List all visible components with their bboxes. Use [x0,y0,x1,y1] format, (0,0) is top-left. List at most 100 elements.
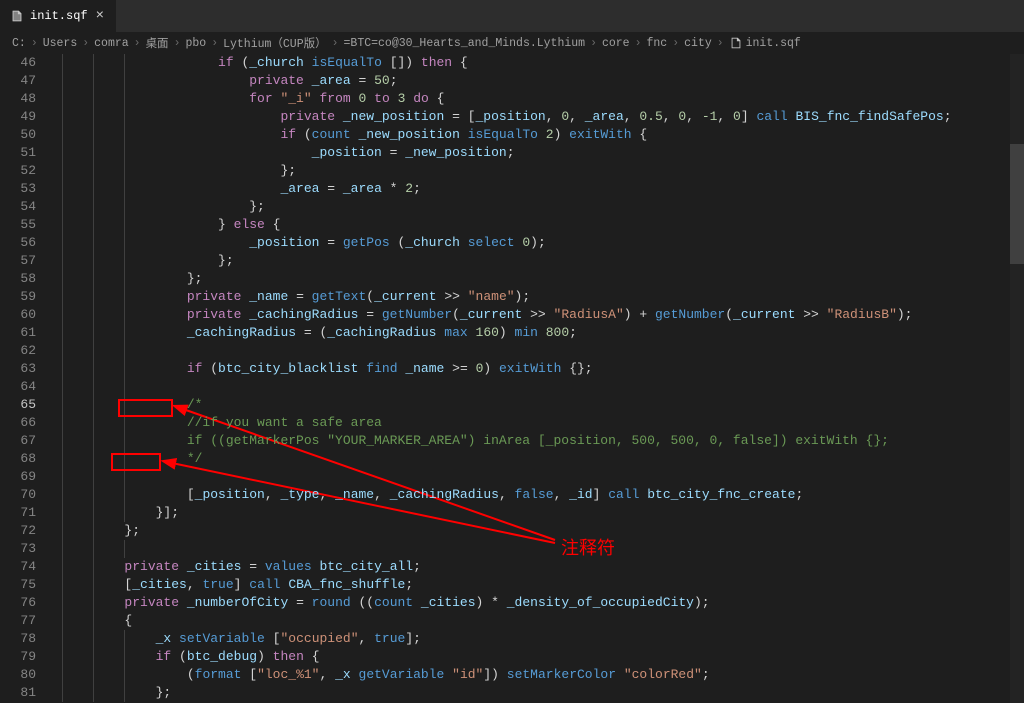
close-icon[interactable]: × [94,8,106,24]
line-content[interactable]: if (btc_city_blacklist find _name >= 0) … [62,360,995,378]
line-content[interactable]: private _name = getText(_current >> "nam… [62,288,995,306]
breadcrumb-segment[interactable]: 桌面 [146,35,169,51]
line-content[interactable]: [_cities, true] call CBA_fnc_shuffle; [62,576,995,594]
code-line[interactable]: 80 (format ["loc_%1", _x getVariable "id… [0,666,995,684]
code-line[interactable]: 47 private _area = 50; [0,72,995,90]
code-line[interactable]: 75 [_cities, true] call CBA_fnc_shuffle; [0,576,995,594]
code-line[interactable]: 65 /* [0,396,995,414]
line-content[interactable] [62,378,995,396]
line-number: 69 [0,468,62,486]
line-content[interactable]: _position = getPos (_church select 0); [62,234,995,252]
line-content[interactable]: _cachingRadius = (_cachingRadius max 160… [62,324,995,342]
code-line[interactable]: 71 }]; [0,504,995,522]
breadcrumb-segment[interactable]: pbo [185,37,206,50]
breadcrumb-segment[interactable]: Users [43,37,78,50]
code-line[interactable]: 63 if (btc_city_blacklist find _name >= … [0,360,995,378]
line-content[interactable]: private _cachingRadius = getNumber(_curr… [62,306,995,324]
code-line[interactable]: 46 if (_church isEqualTo []) then { [0,54,995,72]
code-line[interactable]: 50 if (count _new_position isEqualTo 2) … [0,126,995,144]
line-content[interactable]: }; [62,162,995,180]
tab-init-sqf[interactable]: init.sqf × [0,0,117,32]
line-content[interactable]: }; [62,270,995,288]
line-content[interactable]: /* [62,396,995,414]
breadcrumb-file[interactable]: init.sqf [746,37,801,50]
code-line[interactable]: 57 }; [0,252,995,270]
code-line[interactable]: 56 _position = getPos (_church select 0)… [0,234,995,252]
line-content[interactable]: }; [62,198,995,216]
chevron-right-icon: › [80,37,91,50]
line-content[interactable]: private _area = 50; [62,72,995,90]
line-content[interactable]: { [62,612,995,630]
code-line[interactable]: 64 [0,378,995,396]
code-line[interactable]: 73 [0,540,995,558]
code-line[interactable]: 53 _area = _area * 2; [0,180,995,198]
code-line[interactable]: 66 //if you want a safe area [0,414,995,432]
line-content[interactable]: (format ["loc_%1", _x getVariable "id"])… [62,666,995,684]
code-line[interactable]: 59 private _name = getText(_current >> "… [0,288,995,306]
code-line[interactable]: 60 private _cachingRadius = getNumber(_c… [0,306,995,324]
code-line[interactable]: 67 if ((getMarkerPos "YOUR_MARKER_AREA")… [0,432,995,450]
editor[interactable]: 46 if (_church isEqualTo []) then {47 pr… [0,54,1024,703]
line-number: 72 [0,522,62,540]
line-content[interactable]: _x setVariable ["occupied", true]; [62,630,995,648]
line-content[interactable]: if (btc_debug) then { [62,648,995,666]
breadcrumb-segment[interactable]: city [684,37,712,50]
scroll-thumb[interactable] [1010,144,1024,264]
chevron-right-icon: › [715,37,726,50]
line-number: 59 [0,288,62,306]
line-content[interactable]: }; [62,252,995,270]
code-line[interactable]: 76 private _numberOfCity = round ((count… [0,594,995,612]
breadcrumb-segment[interactable]: Lythium（CUP版） [223,35,327,51]
line-content[interactable] [62,342,995,360]
code-line[interactable]: 68 */ [0,450,995,468]
code-line[interactable]: 61 _cachingRadius = (_cachingRadius max … [0,324,995,342]
line-content[interactable]: private _cities = values btc_city_all; [62,558,995,576]
code-line[interactable]: 51 _position = _new_position; [0,144,995,162]
code-line[interactable]: 54 }; [0,198,995,216]
line-content[interactable]: }; [62,684,995,702]
code-line[interactable]: 78 _x setVariable ["occupied", true]; [0,630,995,648]
code-line[interactable]: 77 { [0,612,995,630]
line-content[interactable]: for "_i" from 0 to 3 do { [62,90,995,108]
line-content[interactable]: if ((getMarkerPos "YOUR_MARKER_AREA") in… [62,432,995,450]
code-line[interactable]: 81 }; [0,684,995,702]
breadcrumb-segment[interactable]: core [602,37,630,50]
line-number: 66 [0,414,62,432]
line-content[interactable]: [_position, _type, _name, _cachingRadius… [62,486,995,504]
line-content[interactable]: _area = _area * 2; [62,180,995,198]
code-line[interactable]: 70 [_position, _type, _name, _cachingRad… [0,486,995,504]
line-content[interactable]: private _new_position = [_position, 0, _… [62,108,995,126]
breadcrumb-segment[interactable]: comra [94,37,129,50]
code-line[interactable]: 69 [0,468,995,486]
code-line[interactable]: 52 }; [0,162,995,180]
line-content[interactable] [62,540,995,558]
scrollbar[interactable] [1010,54,1024,703]
breadcrumb-segment[interactable]: fnc [646,37,667,50]
line-content[interactable]: */ [62,450,995,468]
line-content[interactable]: //if you want a safe area [62,414,995,432]
line-content[interactable]: }; [62,522,995,540]
line-content[interactable]: }]; [62,504,995,522]
breadcrumb-segment[interactable]: =BTC=co@30_Hearts_and_Minds.Lythium [344,37,586,50]
breadcrumb-segment[interactable]: C: [12,37,26,50]
line-content[interactable]: if (_church isEqualTo []) then { [62,54,995,72]
line-content[interactable] [62,468,995,486]
code-line[interactable]: 74 private _cities = values btc_city_all… [0,558,995,576]
code-line[interactable]: 62 [0,342,995,360]
code-line[interactable]: 55 } else { [0,216,995,234]
code-line[interactable]: 79 if (btc_debug) then { [0,648,995,666]
chevron-right-icon: › [172,37,183,50]
tab-label: init.sqf [30,9,88,23]
line-number: 54 [0,198,62,216]
minimap[interactable] [995,54,1010,703]
code-line[interactable]: 49 private _new_position = [_position, 0… [0,108,995,126]
code-line[interactable]: 72 }; [0,522,995,540]
line-content[interactable]: if (count _new_position isEqualTo 2) exi… [62,126,995,144]
code-line[interactable]: 48 for "_i" from 0 to 3 do { [0,90,995,108]
line-content[interactable]: private _numberOfCity = round ((count _c… [62,594,995,612]
breadcrumb[interactable]: C:›Users›comra›桌面›pbo›Lythium（CUP版）›=BTC… [0,32,1024,54]
line-content[interactable]: } else { [62,216,995,234]
line-content[interactable]: _position = _new_position; [62,144,995,162]
code-line[interactable]: 58 }; [0,270,995,288]
line-number: 79 [0,648,62,666]
